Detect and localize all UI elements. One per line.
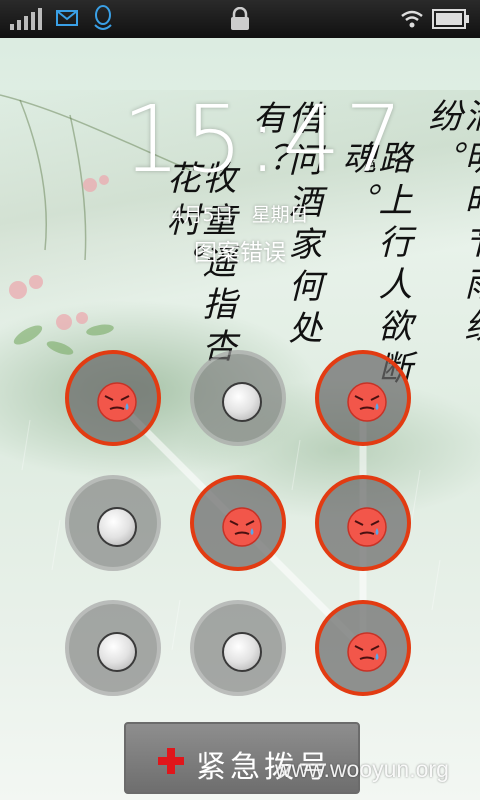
pattern-node-5[interactable]: [190, 475, 286, 571]
pattern-node-6[interactable]: [315, 475, 411, 571]
pattern-node-8[interactable]: [190, 600, 286, 696]
pattern-node-2[interactable]: [190, 350, 286, 446]
pattern-dot: [222, 382, 262, 422]
error-face-icon: [347, 632, 387, 672]
red-cross-icon: [158, 748, 184, 774]
pattern-node-4[interactable]: [65, 475, 161, 571]
error-face-icon: [347, 382, 387, 422]
pattern-node-7[interactable]: [65, 600, 161, 696]
pattern-dot: [97, 632, 137, 672]
pattern-lock-pad[interactable]: [0, 0, 480, 800]
pattern-node-1[interactable]: [65, 350, 161, 446]
error-face-icon: [97, 382, 137, 422]
error-face-icon: [222, 507, 262, 547]
pattern-node-9[interactable]: [315, 600, 411, 696]
error-face-icon: [347, 507, 387, 547]
pattern-dot: [97, 507, 137, 547]
pattern-dot: [222, 632, 262, 672]
pattern-node-3[interactable]: [315, 350, 411, 446]
watermark: www.wooyun.org: [275, 756, 449, 782]
